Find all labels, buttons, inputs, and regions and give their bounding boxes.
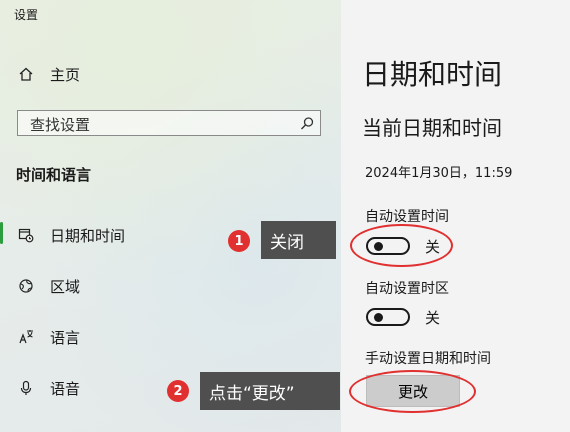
auto-timezone-toggle[interactable] [366,308,410,326]
window-title: 设置 [14,8,39,22]
page-title: 日期和时间 [362,58,503,91]
sidebar-item-label: 主页 [50,65,81,84]
sidebar-item-label: 语言 [50,328,81,347]
auto-time-label: 自动设置时间 [365,209,449,225]
current-datetime: 2024年1月30日，11:59 [365,166,513,181]
sidebar-item-language[interactable]: 语言 [0,322,341,352]
sidebar-item-region[interactable]: 区域 [0,271,341,301]
calendar-clock-icon [17,226,35,244]
callout-step-2: 点击“更改” [200,372,340,410]
sidebar: 设置 主页 查找设置 时间和语言 日期和时间 区域 语言 语音 [0,0,341,432]
step-badge-2: 2 [167,380,189,402]
home-icon [17,65,35,83]
section-heading: 时间和语言 [16,166,92,184]
search-icon[interactable] [298,115,316,133]
globe-icon [17,277,35,295]
highlight-circle-toggle [350,224,453,267]
section-subtitle: 当前日期和时间 [362,116,502,140]
highlight-circle-change [349,370,476,413]
sidebar-item-label: 区域 [50,277,81,296]
step-badge-1: 1 [228,230,250,252]
search-placeholder: 查找设置 [30,116,91,134]
callout-step-1: 关闭 [261,221,336,259]
sidebar-item-speech[interactable]: 语音 [0,373,160,403]
microphone-icon [17,379,35,397]
sidebar-item-label: 语音 [50,379,81,398]
toggle-knob [374,313,383,322]
auto-timezone-state: 关 [425,309,441,327]
search-input[interactable]: 查找设置 [17,110,321,136]
language-icon [17,328,35,346]
sidebar-item-label: 日期和时间 [50,226,126,245]
manual-set-label: 手动设置日期和时间 [365,351,491,367]
sidebar-item-home[interactable]: 主页 [0,59,341,89]
auto-timezone-label: 自动设置时区 [365,281,449,297]
